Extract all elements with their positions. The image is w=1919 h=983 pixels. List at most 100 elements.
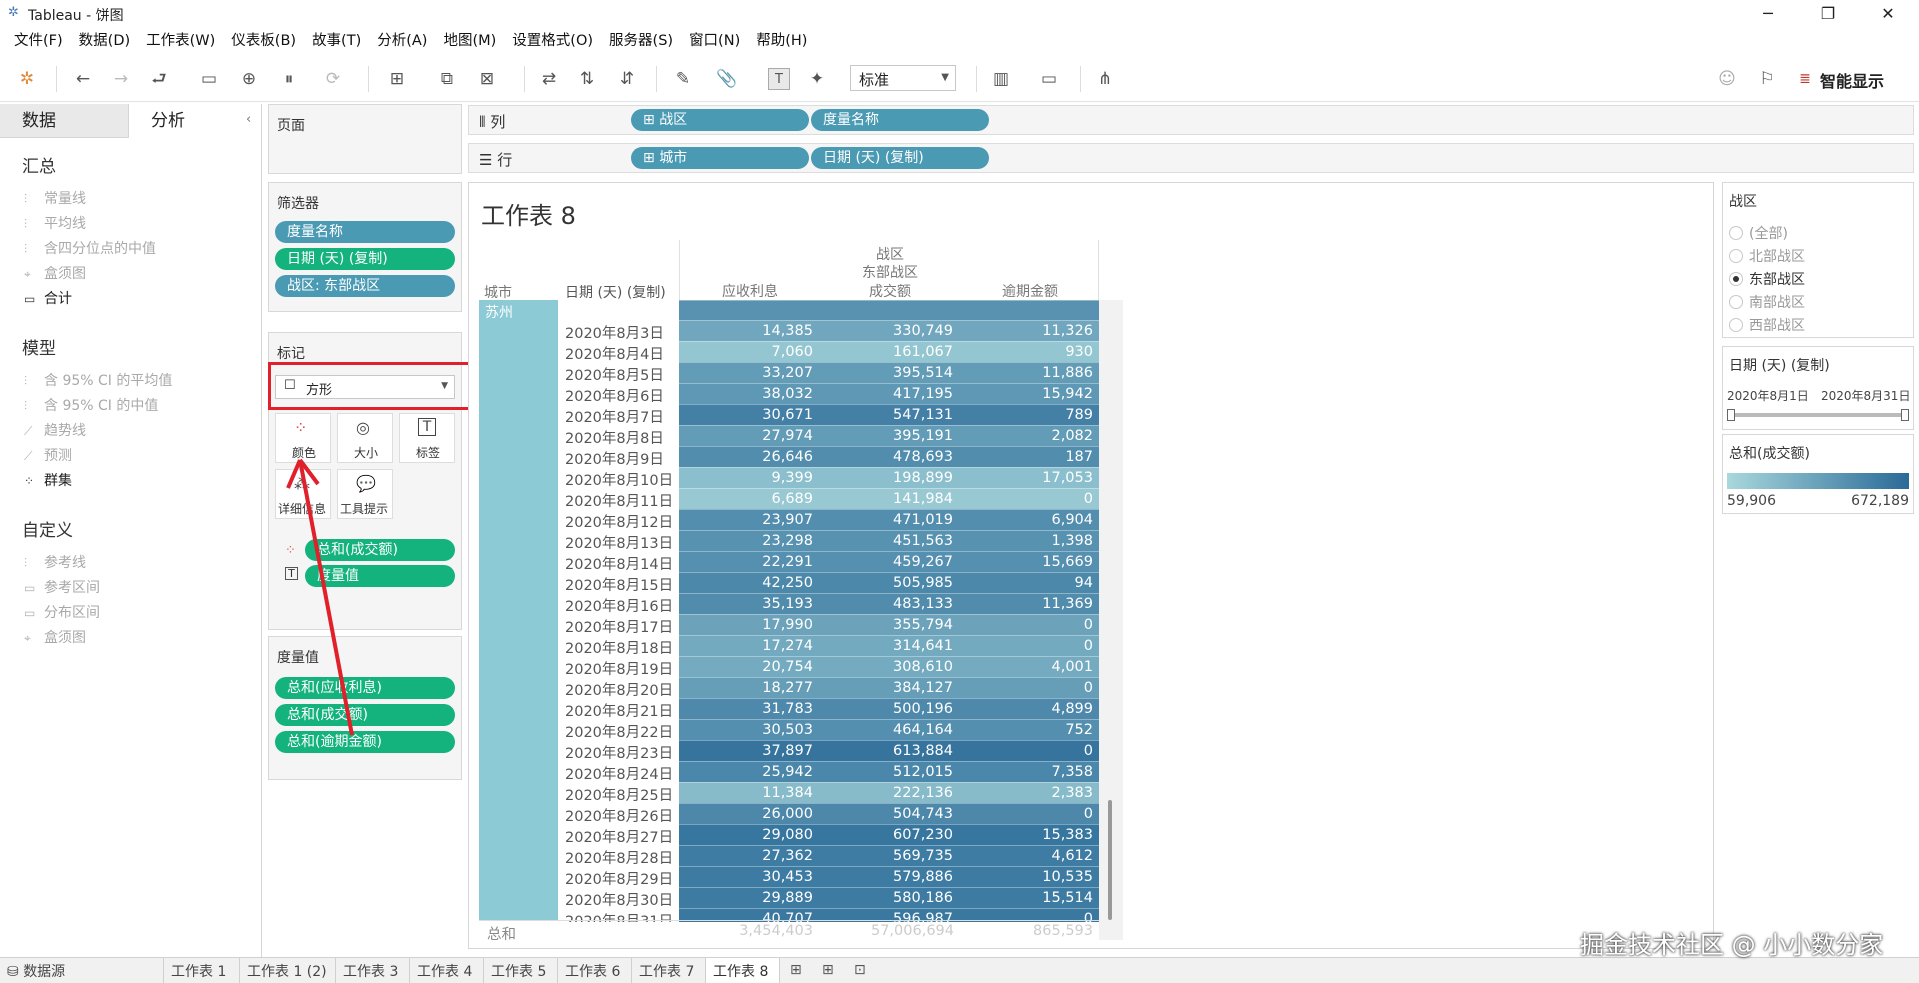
scrollbar-thumb[interactable]: [1108, 800, 1112, 920]
heat-cell[interactable]: 30,671 547,131 789: [679, 404, 1099, 425]
heat-cell[interactable]: 26,646 478,693 187: [679, 446, 1099, 467]
ask-data-icon[interactable]: ☺: [1716, 68, 1738, 90]
date-range-slider[interactable]: [1729, 413, 1907, 417]
collapse-pane-icon[interactable]: ‹: [246, 112, 251, 127]
filter-pill[interactable]: 日期 (天) (复制): [275, 248, 455, 270]
sheet-tab[interactable]: 工作表 1: [164, 958, 240, 983]
filter-pill[interactable]: 战区: 东部战区: [275, 275, 455, 297]
smart-show-icon[interactable]: ≣: [1794, 68, 1816, 90]
heat-cell[interactable]: 42,250 505,985 94: [679, 572, 1099, 593]
date-cell[interactable]: 2020年8月5日: [565, 364, 675, 385]
tab-datasource[interactable]: ⛁ 数据源: [0, 958, 164, 983]
analysis-item[interactable]: ⫶ 含 95% CI 的中值: [24, 395, 158, 415]
heat-cell[interactable]: 23,907 471,019 6,904: [679, 509, 1099, 530]
col-header[interactable]: 应收利息: [680, 281, 820, 301]
date-cell[interactable]: 2020年8月15日: [565, 574, 675, 595]
date-cell[interactable]: 2020年8月23日: [565, 742, 675, 763]
menu-story[interactable]: 故事(T): [304, 28, 369, 54]
show-cards-icon[interactable]: ▥: [990, 68, 1012, 90]
filter-pill[interactable]: 度量名称: [275, 221, 455, 243]
menu-map[interactable]: 地图(M): [435, 28, 504, 54]
col-header[interactable]: 成交额: [820, 281, 960, 301]
heat-cell[interactable]: 20,754 308,610 4,001: [679, 656, 1099, 677]
menu-format[interactable]: 设置格式(O): [504, 28, 601, 54]
heat-cell[interactable]: 22,291 459,267 15,669: [679, 551, 1099, 572]
minimize-button[interactable]: ─: [1745, 2, 1791, 26]
analysis-item[interactable]: ⁘ 群集: [24, 470, 72, 490]
fit-select[interactable]: 标准 ▼: [850, 65, 956, 91]
heat-cell[interactable]: 9,399 198,899 17,053: [679, 467, 1099, 488]
close-button[interactable]: ✕: [1865, 2, 1911, 26]
menu-data[interactable]: 数据(D): [71, 28, 138, 54]
heat-cell[interactable]: 11,384 222,136 2,383: [679, 782, 1099, 803]
analysis-item[interactable]: ⌖ 盒须图: [24, 263, 86, 283]
forward-icon[interactable]: →: [110, 68, 132, 90]
heat-cell[interactable]: 35,193 483,133 11,369: [679, 593, 1099, 614]
pages-card[interactable]: 页面: [268, 104, 462, 174]
date-cell[interactable]: 2020年8月13日: [565, 532, 675, 553]
date-cell[interactable]: 2020年8月8日: [565, 427, 675, 448]
new-worksheet-icon[interactable]: ⊞: [386, 68, 408, 90]
analysis-item[interactable]: ⫶ 平均线: [24, 213, 86, 233]
date-cell[interactable]: 2020年8月28日: [565, 847, 675, 868]
duplicate-sheet-icon[interactable]: ⧉: [436, 68, 458, 90]
menu-server[interactable]: 服务器(S): [601, 28, 681, 54]
radio-option-selected[interactable]: 东部战区: [1729, 269, 1805, 289]
heat-cell[interactable]: 37,897 613,884 0: [679, 740, 1099, 761]
sort-asc-icon[interactable]: ⇅: [576, 68, 598, 90]
analysis-item[interactable]: ⫶ 含四分位点的中值: [24, 238, 156, 258]
sheet-tab[interactable]: 工作表 7: [632, 958, 706, 983]
date-cell[interactable]: 2020年8月25日: [565, 784, 675, 805]
clear-sheet-icon[interactable]: ⊠: [476, 68, 498, 90]
analysis-item[interactable]: ▭ 分布区间: [24, 602, 100, 622]
heat-cell[interactable]: 27,362 569,735 4,612: [679, 845, 1099, 866]
heat-cell[interactable]: 31,783 500,196 4,899: [679, 698, 1099, 719]
heat-cell[interactable]: 17,274 314,641 0: [679, 635, 1099, 656]
radio-option[interactable]: 西部战区: [1729, 315, 1805, 335]
heat-cell[interactable]: 25,942 512,015 7,358: [679, 761, 1099, 782]
date-cell[interactable]: 2020年8月27日: [565, 826, 675, 847]
sheet-tab[interactable]: 工作表 4: [410, 958, 484, 983]
smart-show-button[interactable]: 智能显示: [1820, 68, 1884, 92]
date-cell[interactable]: 2020年8月26日: [565, 805, 675, 826]
analysis-item[interactable]: ⫶ 常量线: [24, 188, 86, 208]
pause-update-icon[interactable]: ⏸: [278, 68, 300, 90]
analysis-item[interactable]: ⫶ 参考线: [24, 552, 86, 572]
new-story-icon[interactable]: ⊡: [854, 962, 866, 978]
slider-handle-start[interactable]: [1727, 409, 1735, 421]
analysis-item[interactable]: ⌖ 盒须图: [24, 627, 86, 647]
analysis-item[interactable]: ⟋ 预测: [24, 445, 72, 465]
show-labels-icon[interactable]: T: [768, 68, 790, 90]
date-cell[interactable]: 2020年8月30日: [565, 889, 675, 910]
analysis-item[interactable]: ▭ 合计: [24, 288, 72, 308]
heat-cell[interactable]: 7,060 161,067 930: [679, 341, 1099, 362]
heat-cell[interactable]: 27,974 395,191 2,082: [679, 425, 1099, 446]
row-pill[interactable]: 日期 (天) (复制): [811, 147, 989, 169]
date-cell[interactable]: 2020年8月18日: [565, 637, 675, 658]
new-datasource-icon[interactable]: ⊕: [238, 68, 260, 90]
column-pill[interactable]: ⊞ 战区: [631, 109, 809, 131]
date-cell[interactable]: 2020年8月24日: [565, 763, 675, 784]
heat-cell[interactable]: 6,689 141,984 0: [679, 488, 1099, 509]
date-cell[interactable]: 2020年8月9日: [565, 448, 675, 469]
new-worksheet-icon[interactable]: ⊞: [790, 962, 802, 978]
restore-button[interactable]: ❐: [1805, 2, 1851, 26]
heat-cell[interactable]: 14,385 330,749 11,326: [679, 320, 1099, 341]
rows-shelf[interactable]: ☰ 行 ⊞ 城市 日期 (天) (复制): [468, 143, 1914, 173]
menu-dashboard[interactable]: 仪表板(B): [223, 28, 304, 54]
date-cell[interactable]: 2020年8月7日: [565, 406, 675, 427]
swap-icon[interactable]: ⇄: [538, 68, 560, 90]
sheet-tab-active[interactable]: 工作表 8: [706, 958, 780, 983]
heat-cell[interactable]: 38,032 417,195 15,942: [679, 383, 1099, 404]
date-cell[interactable]: 2020年8月14日: [565, 553, 675, 574]
heat-cell[interactable]: 17,990 355,794 0: [679, 614, 1099, 635]
explain-icon[interactable]: ⚐: [1756, 68, 1778, 90]
heat-cell[interactable]: 33,207 395,514 11,886: [679, 362, 1099, 383]
new-dashboard-icon[interactable]: ⊞: [822, 962, 834, 978]
heat-cell[interactable]: 30,453 579,886 10,535: [679, 866, 1099, 887]
date-cell[interactable]: 2020年8月20日: [565, 679, 675, 700]
heat-cell[interactable]: 23,298 451,563 1,398: [679, 530, 1099, 551]
back-icon[interactable]: ←: [72, 68, 94, 90]
date-cell[interactable]: 2020年8月22日: [565, 721, 675, 742]
heat-cell[interactable]: 26,000 504,743 0: [679, 803, 1099, 824]
